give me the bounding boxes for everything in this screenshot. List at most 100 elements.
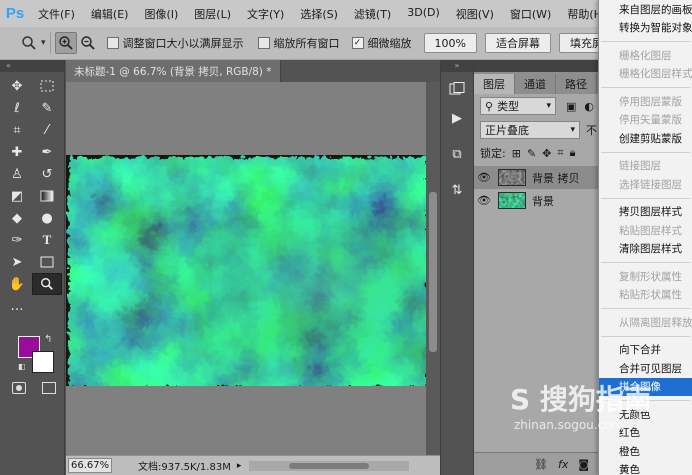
rectangle-tool-icon[interactable] xyxy=(32,251,62,273)
healing-brush-tool-icon[interactable]: ✚ xyxy=(2,141,32,163)
properties-panel-icon[interactable]: ⇅ xyxy=(444,178,470,202)
menu-item[interactable]: 编辑(E) xyxy=(83,6,137,22)
lock-transparent-icon[interactable]: ⊞ xyxy=(512,147,521,160)
quick-selection-tool-icon[interactable]: ✎ xyxy=(32,97,62,119)
document-size-info[interactable]: 文档:937.5K/1.83M xyxy=(138,458,231,473)
lock-label: 锁定: xyxy=(480,147,506,160)
document-canvas-area[interactable] xyxy=(66,82,426,455)
context-menu-item[interactable]: 拼合图像 xyxy=(599,377,692,396)
pen-tool-icon[interactable]: ✑ xyxy=(2,229,32,251)
lock-all-icon[interactable]: 🔒︎ xyxy=(570,146,576,160)
document-tab[interactable]: 未标题-1 @ 66.7% (背景 拷贝, RGB/8) * × xyxy=(66,60,281,82)
menu-item[interactable]: 文件(F) xyxy=(30,6,83,22)
zoom-100-button[interactable]: 100% xyxy=(423,33,477,53)
zoom-level-field[interactable]: 66.67% xyxy=(68,458,112,473)
layer-name[interactable]: 背景 拷贝 xyxy=(532,170,580,186)
context-menu-item[interactable]: 橙色 xyxy=(599,442,692,461)
context-menu-item[interactable]: 转换为智能对象 xyxy=(599,19,692,38)
tab-paths[interactable]: 路径 xyxy=(556,74,597,94)
layer-name[interactable]: 背景 xyxy=(532,193,554,209)
context-menu-item[interactable]: 创建剪贴蒙版 xyxy=(599,129,692,148)
add-mask-icon[interactable]: ◙ xyxy=(578,458,589,471)
eyedropper-tool-icon[interactable]: ⁄ xyxy=(32,119,62,141)
zoom-in-icon[interactable] xyxy=(54,32,77,54)
resize-windows-checkbox[interactable] xyxy=(106,37,119,49)
menu-item[interactable]: 视图(V) xyxy=(448,6,502,22)
visibility-eye-icon[interactable]: 👁︎ xyxy=(474,171,494,184)
blur-tool-icon[interactable]: ◆ xyxy=(2,207,32,229)
fit-screen-button[interactable]: 适合屏幕 xyxy=(484,33,551,53)
screen-mode-icon[interactable] xyxy=(42,382,56,394)
zoom-tool-icon[interactable] xyxy=(32,273,62,295)
close-document-icon[interactable]: × xyxy=(280,65,281,77)
edit-toolbar-icon[interactable]: … xyxy=(2,295,32,317)
quick-mask-icon[interactable] xyxy=(12,382,26,394)
lock-artboard-icon[interactable]: ⌗ xyxy=(557,146,563,160)
scrubby-zoom-checkbox[interactable]: ✓ xyxy=(351,37,364,49)
layer-filter-dropdown[interactable]: ⚲ 类型 ▾ xyxy=(480,97,556,115)
vertical-scrollbar[interactable] xyxy=(426,82,440,455)
collapsed-panels-strip: » ▶ ⧉ ⇅ xyxy=(440,60,474,475)
context-menu-item[interactable]: 无颜色 xyxy=(599,405,692,424)
blend-mode-dropdown[interactable]: 正片叠底 ▾ xyxy=(480,121,580,139)
history-brush-tool-icon[interactable]: ↺ xyxy=(32,163,62,185)
preset-chevron-down-icon[interactable]: ▾ xyxy=(41,38,46,48)
eraser-tool-icon[interactable]: ◩ xyxy=(2,185,32,207)
path-selection-tool-icon[interactable]: ➤ xyxy=(2,251,32,273)
clone-stamp-tool-icon[interactable]: ♙ xyxy=(2,163,32,185)
tab-channels[interactable]: 通道 xyxy=(515,74,556,94)
zoom-tool-preset-icon[interactable] xyxy=(18,32,40,54)
photoshop-logo: Ps xyxy=(5,5,25,22)
lasso-tool-icon[interactable]: ℓ xyxy=(2,97,32,119)
divider xyxy=(49,32,51,54)
marquee-tool-icon[interactable] xyxy=(32,75,62,97)
context-menu-item: 停用图层蒙版 xyxy=(619,95,682,108)
history-panel-icon[interactable] xyxy=(444,77,470,101)
type-tool-icon[interactable]: T xyxy=(32,229,62,251)
menu-item[interactable]: 文字(Y) xyxy=(239,6,292,22)
swap-colors-icon[interactable]: ↰ xyxy=(44,334,52,345)
vertical-scroll-thumb[interactable] xyxy=(429,192,437,352)
context-menu-item: 粘贴图层样式 xyxy=(619,224,682,237)
actions-play-icon[interactable]: ▶ xyxy=(444,106,470,130)
context-menu-item[interactable]: 来自图层的画板 xyxy=(599,0,692,19)
lock-pixels-icon[interactable]: ✎ xyxy=(527,147,536,160)
status-info-arrow-icon[interactable]: ▸ xyxy=(237,461,242,471)
background-color-swatch[interactable] xyxy=(32,351,54,373)
link-layers-icon[interactable]: ⛓︎ xyxy=(534,458,548,471)
filter-image-icon[interactable]: ▣ xyxy=(566,100,576,113)
crop-tool-icon[interactable]: ⌗ xyxy=(2,119,32,141)
brush-tool-icon[interactable]: ✒ xyxy=(32,141,62,163)
context-menu-item: 复制形状属性 xyxy=(619,270,682,283)
context-menu-item[interactable]: 合并可见图层 xyxy=(599,359,692,378)
tab-layers[interactable]: 图层 xyxy=(474,74,515,94)
3d-panel-icon[interactable]: ⧉ xyxy=(444,142,470,166)
default-colors-icon[interactable]: ◧ xyxy=(18,362,26,371)
context-menu-item[interactable]: 红色 xyxy=(599,424,692,443)
move-tool-icon[interactable]: ✥ xyxy=(2,75,32,97)
menu-item[interactable]: 窗口(W) xyxy=(502,6,559,22)
menu-item[interactable]: 选择(S) xyxy=(292,6,346,22)
menu-item[interactable]: 滤镜(T) xyxy=(346,6,399,22)
horizontal-scroll-thumb[interactable] xyxy=(289,462,370,469)
visibility-eye-icon[interactable]: 👁︎ xyxy=(474,194,494,207)
context-menu-item[interactable]: 黄色 xyxy=(599,461,692,475)
fx-icon[interactable]: fx xyxy=(558,458,568,471)
menu-item[interactable]: 3D(D) xyxy=(399,6,448,22)
context-menu-item[interactable]: 拷贝图层样式 xyxy=(599,203,692,222)
context-menu-item[interactable]: 向下合并 xyxy=(599,341,692,360)
menu-item[interactable]: 图像(I) xyxy=(136,6,186,22)
menu-items: 文件(F) 编辑(E) 图像(I) 图层(L) 文字(Y) 选择(S) 滤镜(T) 3D(D)… xyxy=(30,6,614,22)
hand-tool-icon[interactable]: ✋ xyxy=(2,273,32,295)
horizontal-scrollbar[interactable] xyxy=(249,460,410,471)
context-menu-item[interactable]: 清除图层样式 xyxy=(599,240,692,259)
menu-item[interactable]: 图层(L) xyxy=(186,6,239,22)
gradient-tool-icon[interactable] xyxy=(32,185,62,207)
filter-adjustment-icon[interactable]: ◐ xyxy=(584,100,594,113)
lock-position-icon[interactable]: ✥ xyxy=(542,147,551,160)
zoom-out-icon[interactable] xyxy=(77,32,99,54)
zoom-all-checkbox[interactable] xyxy=(257,37,270,49)
dodge-tool-icon[interactable]: ● xyxy=(32,207,62,229)
strip-collapse-icon[interactable]: » xyxy=(441,60,473,72)
panel-collapse-icon[interactable]: « xyxy=(0,60,64,72)
